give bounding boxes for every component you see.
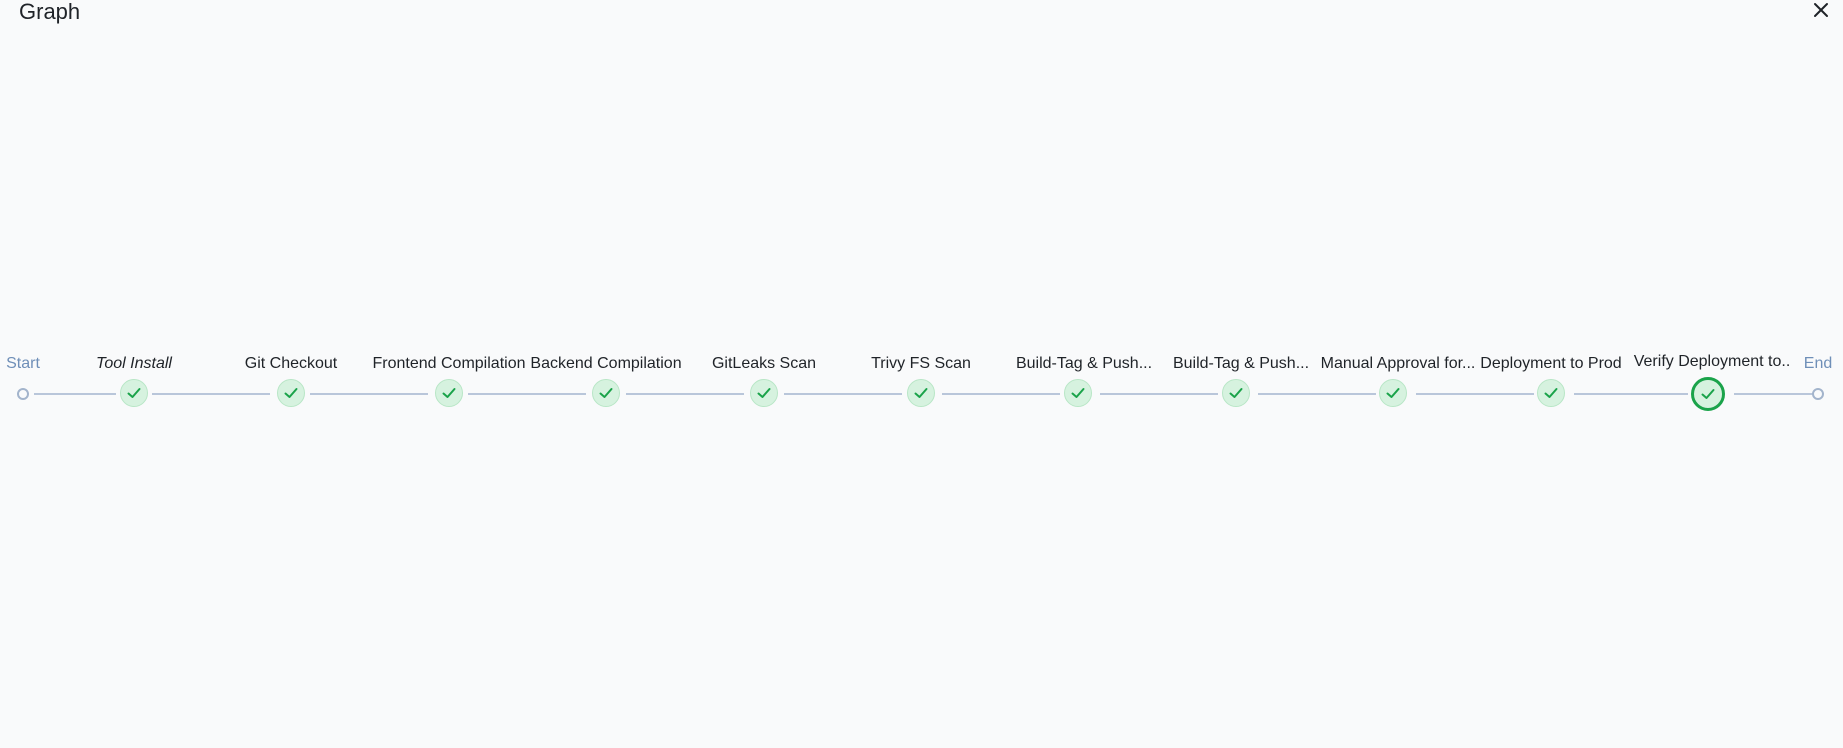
stage-label: Trivy FS Scan — [871, 355, 971, 372]
start-node — [17, 388, 29, 400]
stage-label: Verify Deployment to.. — [1633, 353, 1791, 370]
graph-dialog: Graph Start Tool Install Git Checkout Fr… — [0, 0, 1843, 748]
stage-label: Build-Tag & Push... — [1015, 355, 1153, 372]
end-label: End — [1803, 355, 1833, 372]
check-icon — [1386, 388, 1400, 398]
connector — [626, 393, 744, 395]
connector — [468, 393, 586, 395]
end-node — [1812, 388, 1824, 400]
check-icon — [127, 388, 141, 398]
connector — [1258, 393, 1376, 395]
connector — [942, 393, 1060, 395]
close-button[interactable] — [1807, 0, 1835, 24]
stage-label: Manual Approval for... — [1320, 355, 1476, 372]
stage-node-build-tag-push-2[interactable] — [1222, 379, 1250, 407]
connector — [152, 393, 270, 395]
connector — [1734, 393, 1814, 395]
connector — [310, 393, 428, 395]
stage-label: Git Checkout — [244, 355, 338, 372]
check-icon — [914, 388, 928, 398]
check-icon — [1229, 388, 1243, 398]
connector — [1100, 393, 1218, 395]
check-icon — [757, 388, 771, 398]
stage-node-tool-install[interactable] — [120, 379, 148, 407]
stage-node-backend-compilation[interactable] — [592, 379, 620, 407]
connector — [34, 393, 116, 395]
stage-node-manual-approval[interactable] — [1379, 379, 1407, 407]
check-icon — [1071, 388, 1085, 398]
check-icon — [599, 388, 613, 398]
connector — [784, 393, 902, 395]
check-icon — [284, 388, 298, 398]
stage-label: GitLeaks Scan — [711, 355, 817, 372]
stage-node-git-checkout[interactable] — [277, 379, 305, 407]
stage-label: Build-Tag & Push... — [1172, 355, 1310, 372]
stage-node-frontend-compilation[interactable] — [435, 379, 463, 407]
close-icon — [1814, 3, 1828, 17]
stage-label: Deployment to Prod — [1480, 355, 1622, 372]
stage-label: Tool Install — [96, 355, 172, 372]
connector — [1574, 393, 1688, 395]
check-icon — [1701, 389, 1715, 399]
stage-label: Frontend Compilation — [372, 355, 526, 372]
stage-node-deployment-to-prod[interactable] — [1537, 379, 1565, 407]
stage-label: Backend Compilation — [530, 355, 682, 372]
pipeline-graph: Start Tool Install Git Checkout Frontend… — [0, 340, 1843, 420]
start-label: Start — [6, 355, 40, 372]
stage-node-build-tag-push-1[interactable] — [1064, 379, 1092, 407]
stage-node-verify-deployment[interactable] — [1691, 377, 1725, 411]
check-icon — [1544, 388, 1558, 398]
check-icon — [442, 388, 456, 398]
dialog-title: Graph — [19, 0, 81, 24]
connector — [1416, 393, 1534, 395]
stage-node-trivy-fs-scan[interactable] — [907, 379, 935, 407]
stage-node-gitleaks-scan[interactable] — [750, 379, 778, 407]
